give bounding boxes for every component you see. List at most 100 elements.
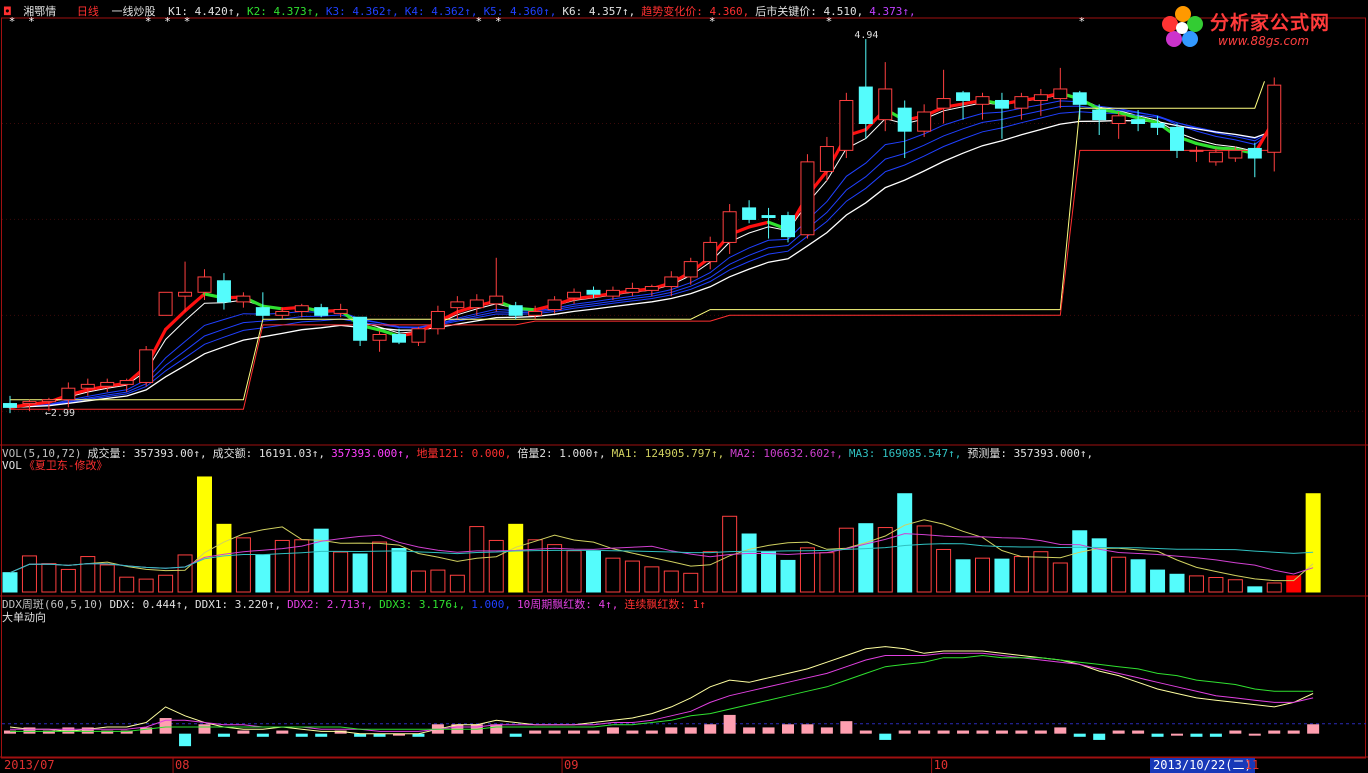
candle-7: [139, 346, 154, 387]
vol-bar-56: [1091, 538, 1107, 593]
candle-36: [703, 236, 718, 270]
ddx-bar-39: [762, 727, 775, 734]
grid-lines: [2, 123, 1366, 725]
vol-bar-44: [858, 523, 874, 593]
candle-body: [1228, 149, 1243, 159]
candle-18: [353, 316, 368, 347]
candle-32: [625, 282, 640, 297]
ddx-bar-54: [1054, 727, 1067, 734]
ddx-bar-50: [976, 730, 989, 734]
price-value-0: K1: 4.420↑,: [168, 5, 241, 18]
vol-bar-7: [138, 578, 154, 593]
stock-name[interactable]: 湘鄂情: [23, 5, 56, 18]
trend-seg-39: [747, 220, 771, 229]
ddx-bar-56: [1093, 733, 1106, 740]
ddx-value-6: 10周期飘红数: 4↑,: [517, 598, 619, 611]
vol-bar-22: [430, 569, 446, 593]
candle-46: [897, 100, 912, 159]
candle-25: [489, 257, 504, 312]
ddx-bar-45: [879, 733, 892, 740]
ddx-header: DDX周斑(60,5,10) DDX: 0.444↑, DDX1: 3.220↑, D…: [2, 598, 718, 611]
ddx-bar-61: [1190, 733, 1203, 737]
vol-bar-41: [799, 547, 815, 593]
ddx-bar-34: [665, 727, 678, 734]
candle-body: [1072, 92, 1087, 105]
x-axis-label-3: 10: [933, 758, 949, 772]
x-axis-label-0: 2013/07: [4, 758, 55, 772]
period-label[interactable]: 日线: [77, 5, 99, 18]
candle-body: [294, 305, 309, 312]
ddx-bar-14: [276, 730, 289, 734]
app-icon[interactable]: ◘: [4, 5, 11, 18]
candle-body: [372, 334, 387, 341]
ddx-value-0: DDX周斑(60,5,10): [2, 598, 104, 611]
vol-value-2: 成交额: 16191.03↑,: [212, 447, 326, 460]
ddx-subtitle: 大单动向: [2, 611, 46, 624]
candle-43: [839, 92, 854, 159]
vol-bar-12: [235, 537, 251, 593]
candle-55: [1072, 90, 1087, 120]
vol-value-3: 357393.000↑,: [331, 447, 411, 460]
vol-bar-65: [1266, 582, 1282, 593]
ddx-value-1: DDX: 0.444↑,: [109, 598, 189, 611]
candle-body: [197, 276, 212, 293]
x-axis-label-2: 09: [564, 758, 579, 772]
candle-body: [158, 291, 173, 316]
candle-body: [314, 307, 329, 316]
candle-5: [100, 378, 115, 393]
candle-body: [858, 86, 873, 124]
ddx-line-ddx1: [9, 646, 1314, 735]
ddx-value-2: DDX1: 3.220↑,: [194, 598, 282, 611]
candle-body: [119, 380, 134, 385]
candle-24: [469, 294, 484, 316]
candle-body: [819, 146, 834, 172]
candle-body: [469, 299, 484, 309]
candle-9: [178, 261, 193, 312]
trend-seg-63: [1214, 146, 1237, 151]
vol-bar-63: [1227, 579, 1243, 593]
vol-bar-64: [1247, 586, 1263, 593]
ddx-bar-31: [606, 727, 619, 734]
vol-bar-10: [197, 476, 212, 593]
ddx-bar-10: [198, 724, 211, 734]
candle-57: [1111, 111, 1126, 139]
vol-bar-2: [41, 563, 57, 593]
candle-20: [392, 328, 406, 345]
ddx-bar-52: [1015, 730, 1028, 734]
candle-body: [800, 161, 815, 236]
candle-body: [956, 92, 971, 101]
chart-stage: * * * * * * * * * *: [0, 15, 1368, 773]
candle-body: [61, 387, 76, 401]
candle-22: [430, 305, 445, 335]
candle-body: [236, 295, 251, 303]
ddx-bar-38: [743, 727, 756, 734]
logo-url[interactable]: www.88gs.com: [1218, 34, 1309, 48]
candle-body: [781, 215, 795, 238]
vol-bar-3: [60, 568, 76, 593]
outer-frame: [1, 17, 1366, 759]
vol-bar-31: [605, 557, 621, 593]
price-line-2: [9, 105, 1275, 408]
candle-body: [625, 287, 640, 293]
ddx-bar-32: [626, 730, 639, 734]
vol-bar-55: [1072, 530, 1088, 593]
indicator-name[interactable]: 一线炒股: [112, 5, 156, 18]
ddx-bar-57: [1112, 730, 1125, 734]
candle-body: [353, 316, 368, 341]
ddx-bar-44: [859, 730, 872, 734]
ddx-bar-36: [704, 724, 717, 734]
candle-41: [800, 154, 815, 239]
candle-19: [372, 330, 387, 352]
candle-body: [644, 286, 659, 291]
vol-value-9: 预测量: 357393.000↑,: [967, 447, 1094, 460]
vol-bar-19: [372, 541, 388, 593]
candle-body: [1092, 109, 1107, 121]
ddx-bar-47: [918, 730, 931, 734]
candle-34: [664, 271, 679, 297]
vol-bar-1: [21, 555, 37, 593]
candle-body: [917, 111, 932, 132]
vol-bar-33: [644, 566, 660, 593]
low-price-annotation: ←2.99: [44, 408, 75, 420]
vol-bar-26: [508, 523, 524, 593]
ddx-value-5: 1.000,: [471, 598, 511, 611]
